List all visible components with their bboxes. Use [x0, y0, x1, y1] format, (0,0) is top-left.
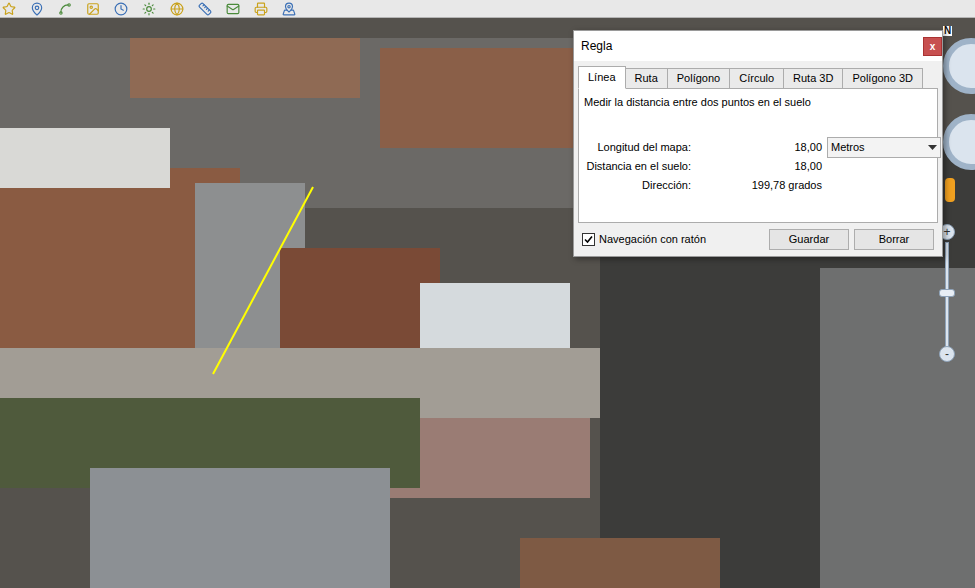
compass-icon[interactable]: [943, 38, 975, 94]
roof-shape: [130, 38, 360, 98]
row-label: Dirección:: [584, 176, 691, 195]
row-extra: [827, 157, 941, 176]
toolbar: [0, 0, 975, 18]
row-value: 18,00: [696, 138, 822, 157]
unit-dropdown[interactable]: Metros: [827, 137, 941, 158]
tab[interactable]: Ruta: [625, 68, 668, 89]
tab[interactable]: Círculo: [729, 68, 784, 89]
building-shape: [820, 268, 975, 588]
checkmark-icon: [584, 235, 593, 244]
row-extra: Metros: [827, 138, 941, 157]
tab[interactable]: Línea: [578, 66, 626, 89]
toolbar-icon[interactable]: [58, 2, 72, 16]
roof-shape: [380, 48, 580, 148]
toolbar-icon[interactable]: [86, 2, 100, 16]
tab-panel: Medir la distancia entre dos puntos en e…: [578, 88, 938, 223]
dialog-body: LíneaRutaPolígonoCírculoRuta 3DPolígono …: [574, 61, 942, 256]
toolbar-icon[interactable]: [170, 2, 184, 16]
toolbar-icon[interactable]: [30, 2, 44, 16]
checkbox-box[interactable]: [582, 233, 595, 246]
zoom-track[interactable]: [945, 242, 949, 354]
dialog-button[interactable]: Guardar: [769, 229, 849, 250]
zoom-handle[interactable]: [939, 289, 955, 297]
toolbar-icon[interactable]: [198, 2, 212, 16]
google-earth-window: N+-ReglaxLíneaRutaPolígonoCírculoRuta 3D…: [0, 0, 975, 588]
toolbar-icon[interactable]: [142, 2, 156, 16]
look-icon[interactable]: [943, 114, 975, 170]
toolbar-icon[interactable]: [254, 2, 268, 16]
dialog-title: Regla: [581, 37, 612, 55]
roof-shape: [0, 128, 170, 188]
pegman-icon[interactable]: [945, 178, 955, 202]
bottom-row: Navegación con ratón GuardarBorrar: [578, 226, 938, 252]
row-value: 18,00: [696, 157, 822, 176]
description: Medir la distancia entre dos puntos en e…: [584, 94, 932, 111]
dialog-button[interactable]: Borrar: [854, 229, 934, 250]
tab[interactable]: Polígono 3D: [842, 68, 923, 89]
toolbar-icon[interactable]: [114, 2, 128, 16]
toolbar-icon[interactable]: [226, 2, 240, 16]
toolbar-icon[interactable]: [282, 2, 296, 16]
toolbar-icon[interactable]: [2, 2, 16, 16]
row-value: 199,78 grados: [696, 176, 822, 195]
close-button[interactable]: x: [923, 37, 942, 56]
title-bar[interactable]: Regla x: [574, 31, 942, 61]
roof-shape: [520, 538, 720, 588]
tab[interactable]: Ruta 3D: [783, 68, 843, 89]
measure-rows: Longitud del mapa:18,00MetrosDistancia e…: [584, 138, 932, 195]
zoom-out-button[interactable]: -: [939, 346, 955, 362]
dropdown-arrow-icon: [928, 145, 937, 150]
north-label: N: [943, 26, 952, 36]
row-label: Distancia en el suelo:: [584, 157, 691, 176]
row-extra: [827, 176, 941, 195]
tab-bar: LíneaRutaPolígonoCírculoRuta 3DPolígono …: [578, 66, 938, 89]
row-label: Longitud del mapa:: [584, 138, 691, 157]
building-shape: [90, 468, 390, 588]
ruler-dialog: Regla x LíneaRutaPolígonoCírculoRuta 3DPol…: [573, 30, 943, 257]
tab[interactable]: Polígono: [667, 68, 730, 89]
mouse-navigation-checkbox[interactable]: Navegación con ratón: [582, 231, 706, 248]
